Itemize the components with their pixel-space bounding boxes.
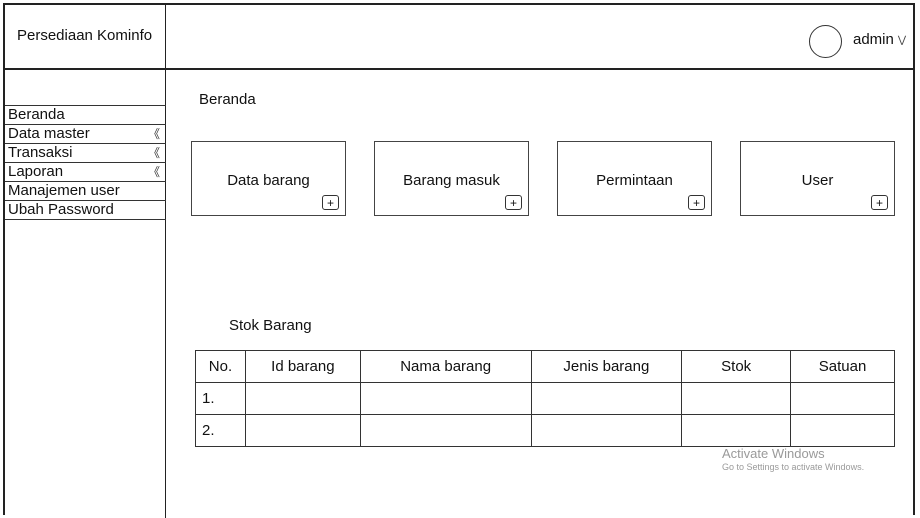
card-permintaan[interactable]: Permintaan +: [557, 141, 712, 216]
card-data-barang[interactable]: Data barang +: [191, 141, 346, 216]
cell-stok: [681, 414, 792, 447]
cell-no: 1.: [195, 382, 246, 415]
sidebar-item-label: Beranda: [8, 106, 65, 123]
column-header: No.: [195, 350, 246, 383]
double-chevron-left-icon: 《: [147, 127, 160, 141]
cell-nama: [359, 382, 532, 415]
double-chevron-left-icon: 《: [147, 146, 160, 160]
column-header: Satuan: [790, 350, 895, 383]
sidebar-divider: [165, 5, 166, 518]
sidebar-item-label: Ubah Password: [8, 201, 114, 218]
table-row[interactable]: 2.: [195, 414, 895, 447]
sidebar-item-label: Laporan: [8, 163, 64, 180]
column-header: Nama barang: [359, 350, 532, 383]
watermark-subtitle: Go to Settings to activate Windows.: [722, 462, 865, 472]
section-title: Stok Barang: [229, 317, 312, 334]
activation-watermark: Activate Windows Go to Settings to activ…: [722, 446, 864, 472]
avatar[interactable]: [809, 25, 842, 58]
card-label: Permintaan: [596, 172, 673, 189]
table-row[interactable]: 1.: [195, 382, 895, 415]
double-chevron-left-icon: 《: [147, 165, 160, 179]
card-barang-masuk[interactable]: Barang masuk +: [374, 141, 529, 216]
plus-icon[interactable]: +: [505, 195, 522, 210]
user-menu[interactable]: admin ⋁: [853, 31, 906, 48]
table-header-row: No. Id barang Nama barang Jenis barang S…: [195, 350, 895, 383]
sidebar-item-label: Data master: [8, 125, 90, 142]
cell-jenis: [530, 414, 683, 447]
plus-icon[interactable]: +: [322, 195, 339, 210]
cell-no: 2.: [195, 414, 246, 447]
cell-nama: [359, 414, 532, 447]
card-user[interactable]: User +: [740, 141, 895, 216]
sidebar-item-laporan[interactable]: Laporan 《: [5, 162, 166, 182]
sidebar-item-label: Manajemen user: [8, 182, 120, 199]
sidebar-nav: Beranda Data master 《 Transaksi 《 Lapora…: [5, 105, 166, 220]
header-divider: [5, 68, 915, 70]
column-header: Stok: [681, 350, 792, 383]
watermark-title: Activate Windows: [722, 446, 825, 461]
cell-stok: [681, 382, 792, 415]
cell-jenis: [530, 382, 683, 415]
sidebar-item-label: Transaksi: [8, 144, 73, 161]
column-header: Id barang: [244, 350, 361, 383]
card-label: Data barang: [227, 172, 310, 189]
page-title: Beranda: [199, 91, 256, 108]
app-brand: Persediaan Kominfo: [17, 27, 153, 44]
sidebar-item-data-master[interactable]: Data master 《: [5, 124, 166, 144]
card-label: User: [801, 172, 834, 189]
sidebar-item-beranda[interactable]: Beranda: [5, 105, 166, 125]
stock-table: No. Id barang Nama barang Jenis barang S…: [195, 350, 895, 447]
user-name: admin: [853, 31, 894, 48]
cell-satuan: [790, 414, 895, 447]
cell-satuan: [790, 382, 895, 415]
plus-icon[interactable]: +: [871, 195, 888, 210]
chevron-down-icon: ⋁: [897, 35, 907, 46]
column-header: Jenis barang: [530, 350, 683, 383]
cell-id: [244, 382, 361, 415]
cell-id: [244, 414, 361, 447]
plus-icon[interactable]: +: [688, 195, 705, 210]
sidebar-item-ubah-password[interactable]: Ubah Password: [5, 200, 166, 220]
sidebar-item-manajemen-user[interactable]: Manajemen user: [5, 181, 166, 201]
sidebar-item-transaksi[interactable]: Transaksi 《: [5, 143, 166, 163]
card-label: Barang masuk: [403, 172, 500, 189]
